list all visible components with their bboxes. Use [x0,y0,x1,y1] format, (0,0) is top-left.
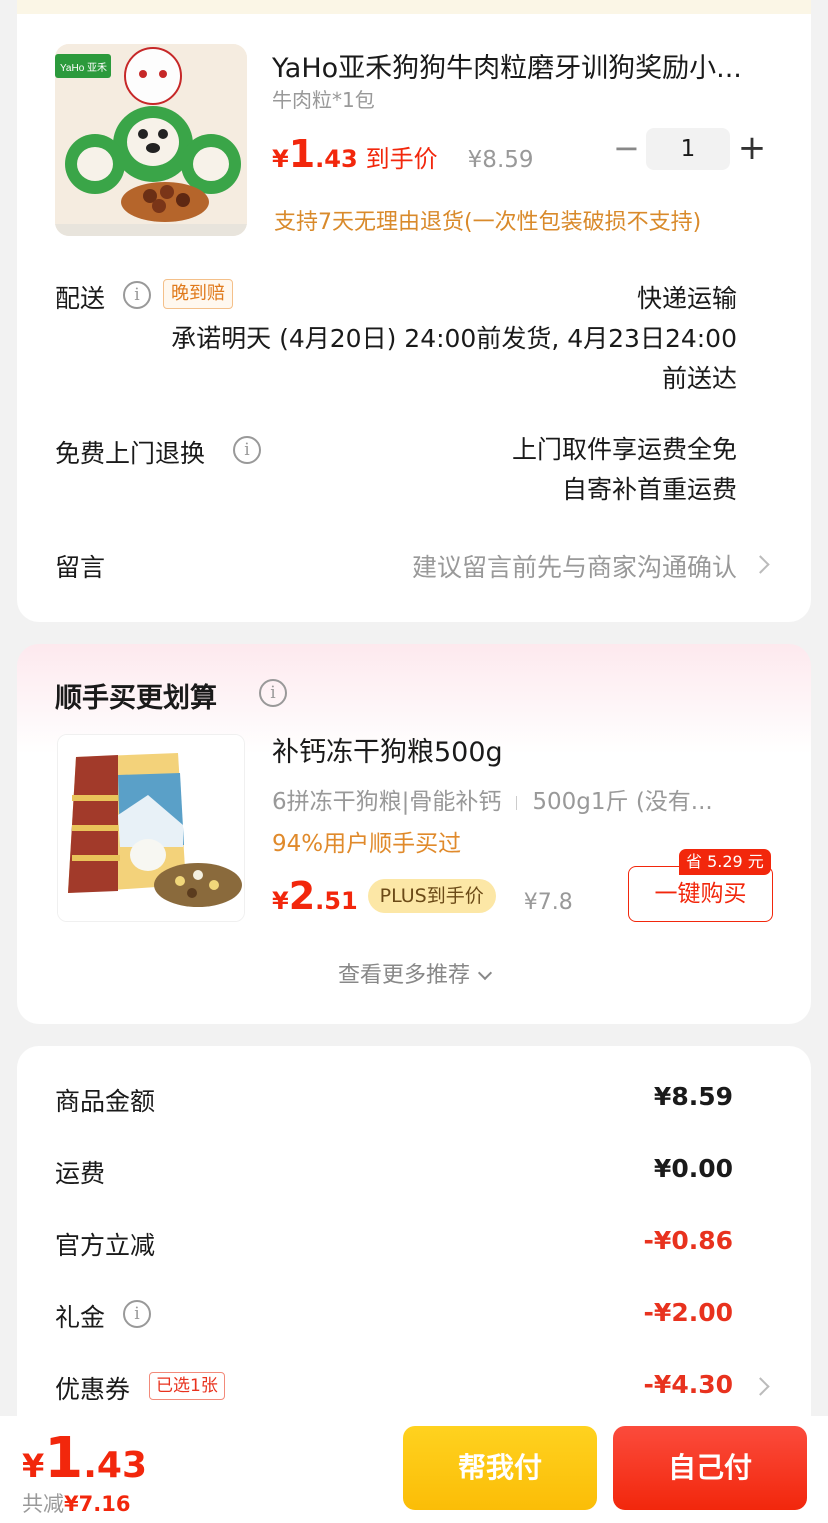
recommendation-spec: 6拼冻干狗粮|骨能补钙 500g1斤 (没有... [272,782,772,816]
plus-price-badge: PLUS到手价 [367,879,496,913]
rec-price-currency: ¥ [272,887,289,915]
delivery-promise-line1: 承诺明天 (4月20日) 24:00前发货, 4月23日24:00 [171,324,737,353]
summary-label: 礼金 [55,1303,106,1332]
summary-row-shipping: 运费 ¥0.00 [55,1154,773,1194]
order-summary-card: 商品金额 ¥8.59 运费 ¥0.00 官方立减 -¥0.86 礼金 i -¥2… [17,1046,811,1466]
summary-label: 优惠券 [55,1375,131,1404]
dog-treat-illustration: YaHo 亚禾 [55,44,247,236]
recommendation-image[interactable] [57,734,245,922]
recommendation-name[interactable]: 补钙冻干狗粮500g [272,730,503,769]
spec-divider [516,795,518,810]
rec-original-price: ¥7.8 [523,890,573,915]
returns-info-icon[interactable]: i [233,436,261,464]
dog-food-bag-illustration [58,735,244,921]
total-price: ¥ 1 .43 [22,1426,147,1491]
gift-money-info-icon[interactable]: i [123,1300,151,1328]
total-currency: ¥ [22,1447,45,1485]
total-integer: 1 [44,1426,84,1491]
free-return-label: 免费上门退换 [55,439,206,468]
price-integer: 1 [288,132,316,176]
total-saved-value: ¥7.16 [64,1492,131,1516]
quantity-increase-button[interactable]: + [737,128,767,168]
product-card: YaHo 亚禾 YaHo亚禾狗狗牛肉粒磨牙训狗奖励小... 牛肉粒*1包 ¥ 1… [17,14,811,622]
recommendation-social-proof: 94%用户顺手买过 [272,831,462,857]
summary-value: ¥8.59 [653,1082,733,1111]
summary-label: 官方立减 [55,1231,156,1260]
delivery-promise-line2: 前送达 [661,364,737,393]
recommendation-card: 顺手买更划算 i 补钙冻干狗粮500g 6拼冻干狗粮|骨能补钙 500g1斤 (没… [17,644,811,1024]
product-price-row: ¥ 1 .43 到手价 ¥8.59 [272,132,534,176]
recommendation-spec-a: 6拼冻干狗粮|骨能补钙 [272,789,502,815]
summary-label: 运费 [55,1159,106,1188]
brand-logo-text: YaHo 亚禾 [60,62,107,74]
pay-myself-button[interactable]: 自己付 [613,1426,807,1510]
original-price: ¥8.59 [467,147,534,173]
product-spec[interactable]: 牛肉粒*1包 [272,84,375,113]
summary-row-gift-money: 礼金 i -¥2.00 [55,1298,773,1338]
recommendation-title: 顺手买更划算 [55,683,217,714]
help-me-pay-button[interactable]: 帮我付 [403,1426,597,1510]
recommendation-info-icon[interactable]: i [259,679,287,707]
rec-price-integer: 2 [288,874,316,918]
chevron-down-icon [477,965,493,981]
total-decimal: .43 [83,1445,148,1486]
delivery-info-icon[interactable]: i [123,281,151,309]
save-amount-tag: 省 5.29 元 [679,849,771,875]
returns-line1: 上门取件享运费全免 [511,435,737,464]
more-recommendations-label: 查看更多推荐 [337,963,470,988]
total-saved: 共减¥7.16 [22,1488,130,1518]
chevron-right-icon[interactable] [751,1377,770,1396]
summary-row-coupon[interactable]: 优惠券 已选1张 -¥4.30 [55,1370,773,1410]
delivery-method: 快递运输 [636,284,737,313]
summary-value: ¥0.00 [653,1154,733,1183]
total-saved-label: 共减 [22,1492,64,1516]
summary-value: -¥0.86 [643,1226,733,1255]
rec-price-decimal: .51 [315,887,358,915]
late-compensation-badge: 晚到赔 [163,279,233,309]
returns-line2: 自寄补首重运费 [561,475,737,504]
message-input[interactable]: 建议留言前先与商家沟通确认 [412,548,737,584]
product-title[interactable]: YaHo亚禾狗狗牛肉粒磨牙训狗奖励小... [272,46,762,85]
checkout-bar: ¥ 1 .43 共减¥7.16 帮我付 自己付 [0,1416,828,1523]
summary-label: 商品金额 [55,1087,156,1116]
price-currency: ¥ [272,145,289,173]
top-strip [17,0,811,14]
quantity-decrease-button[interactable]: − [613,130,640,170]
quantity-input[interactable]: 1 [646,128,730,170]
summary-value: -¥2.00 [643,1298,733,1327]
price-decimal: .43 [315,145,358,173]
summary-value: -¥4.30 [643,1370,733,1399]
recommendation-price-row: ¥ 2 .51 PLUS到手价 ¥7.8 [272,874,573,918]
price-tag-label: 到手价 [365,145,438,173]
chevron-right-icon[interactable] [751,555,770,574]
message-label: 留言 [55,553,106,582]
more-recommendations-link[interactable]: 查看更多推荐 [17,957,811,989]
coupon-selected-badge: 已选1张 [149,1372,225,1400]
recommendation-spec-b: 500g1斤 (没有... [532,789,713,815]
return-policy-text: 支持7天无理由退货(一次性包装破损不支持) [274,210,702,235]
summary-row-subtotal: 商品金额 ¥8.59 [55,1082,773,1122]
product-image[interactable]: YaHo 亚禾 [55,44,247,236]
delivery-label: 配送 [55,284,106,313]
summary-row-official-discount: 官方立减 -¥0.86 [55,1226,773,1266]
